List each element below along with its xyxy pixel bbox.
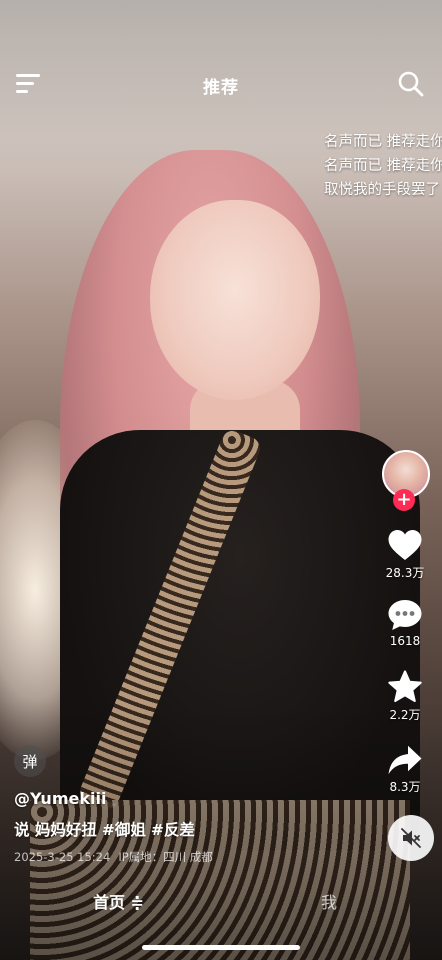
- description-text: 说 妈妈好扭: [14, 821, 97, 839]
- danmaku-comment: 名声而已 推荐走你: [324, 158, 442, 174]
- share-arrow-icon: [388, 745, 422, 775]
- hashtag-link[interactable]: #御姐: [102, 821, 146, 839]
- danmaku-comment: 名声而已 推荐走你: [324, 134, 442, 150]
- hashtag-link[interactable]: #反差: [151, 821, 195, 839]
- mute-button[interactable]: [388, 815, 434, 861]
- like-button[interactable]: 28.3万: [380, 528, 430, 581]
- top-bar: 推荐: [0, 62, 442, 106]
- search-icon[interactable]: [396, 69, 426, 99]
- star-icon: [388, 670, 422, 703]
- share-count: 8.3万: [389, 780, 421, 794]
- post-description: 说 妈妈好扭 #御姐 #反差: [14, 818, 200, 840]
- ip-location: IP属地：四川 成都: [118, 850, 213, 864]
- video-subject-face: [150, 200, 320, 400]
- danmaku-comment: 取悦我的手段罢了: [324, 182, 440, 198]
- author-name[interactable]: @Yumekiii: [14, 789, 106, 808]
- home-indicator: [142, 945, 300, 950]
- heart-icon: [388, 530, 422, 560]
- nav-home-tab[interactable]: 首页 ≑: [93, 889, 144, 913]
- favorite-button[interactable]: 2.2万: [380, 670, 430, 723]
- speaker-muted-icon: [401, 828, 421, 848]
- nav-me-tab[interactable]: 我: [321, 889, 337, 913]
- danmaku-layer: 名声而已 推荐走你 名声而已 推荐走你 取悦我的手段罢了: [324, 130, 442, 202]
- comment-button[interactable]: 1618: [380, 598, 430, 648]
- comment-icon: [388, 600, 422, 630]
- favorite-count: 2.2万: [389, 708, 421, 722]
- page-title[interactable]: 推荐: [0, 73, 442, 98]
- post-meta: 2025-3-25 15:24 IP属地：四川 成都: [14, 849, 221, 865]
- like-count: 28.3万: [385, 566, 425, 580]
- danmaku-toggle-button[interactable]: 弹: [14, 745, 46, 777]
- follow-button[interactable]: +: [393, 489, 415, 511]
- share-button[interactable]: 8.3万: [380, 744, 430, 795]
- comment-count: 1618: [389, 634, 421, 648]
- post-datetime: 2025-3-25 15:24: [14, 850, 111, 864]
